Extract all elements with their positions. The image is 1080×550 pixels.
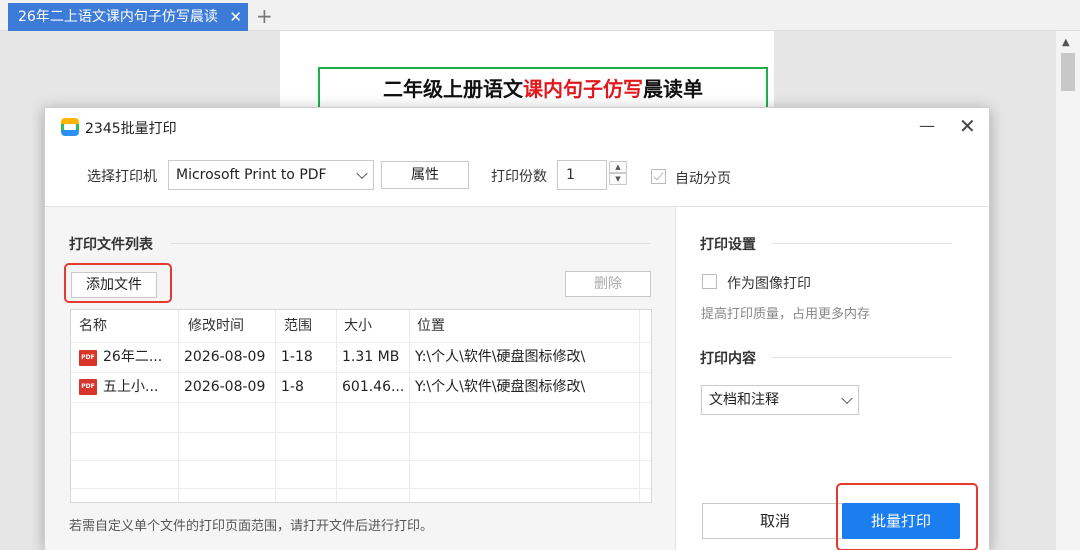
column-header-modified[interactable]: 修改时间 — [188, 310, 244, 342]
properties-button[interactable]: 属性 — [381, 161, 469, 189]
printer-select[interactable]: Microsoft Print to PDF — [168, 160, 374, 190]
section-divider — [772, 243, 952, 244]
increment-icon[interactable]: ▲ — [609, 161, 627, 173]
file-list-panel: 打印文件列表 添加文件 删除 名称 修改时间 范围 大小 位置 PDF 26年二… — [45, 206, 675, 550]
tab-close-icon[interactable]: ✕ — [229, 3, 242, 31]
file-location: Y:\个人\软件\硬盘图标修改\ — [415, 379, 586, 395]
browser-tab-bar: 26年二上语文课内句子仿写晨读 ✕ + — [0, 0, 1080, 31]
printer-toolbar: 选择打印机 Microsoft Print to PDF 属性 打印份数 1 ▲… — [45, 148, 989, 206]
file-name: 26年二... — [103, 349, 163, 365]
printer-label: 选择打印机 — [87, 169, 157, 185]
file-size: 601.46... — [342, 379, 405, 395]
copies-input[interactable]: 1 — [557, 160, 607, 190]
pdf-file-icon: PDF — [79, 350, 97, 366]
column-header-size[interactable]: 大小 — [344, 310, 372, 342]
document-tab-title: 26年二上语文课内句子仿写晨读 — [18, 9, 218, 25]
printer-select-value: Microsoft Print to PDF — [176, 167, 327, 183]
heading-highlight: 课内句子仿写 — [523, 77, 643, 101]
copies-stepper[interactable]: ▲ ▼ — [609, 161, 627, 185]
as-image-label[interactable]: 作为图像打印 — [727, 273, 811, 293]
dialog-title: 2345批量打印 — [85, 121, 177, 137]
file-range: 1-18 — [281, 349, 313, 365]
as-image-hint: 提高打印质量，占用更多内存 — [701, 307, 871, 322]
new-tab-icon[interactable]: + — [256, 3, 273, 29]
file-list-title: 打印文件列表 — [69, 237, 153, 253]
print-settings-title: 打印设置 — [700, 237, 756, 253]
document-heading: 二年级上册语文课内句子仿写晨读单 — [318, 67, 768, 111]
scrollbar-thumb[interactable] — [1061, 53, 1075, 91]
chevron-down-icon — [356, 167, 368, 180]
column-header-range[interactable]: 范围 — [284, 310, 312, 342]
batch-print-dialog: 2345批量打印 — ✕ 选择打印机 Microsoft Print to PD… — [44, 107, 990, 550]
file-size: 1.31 MB — [342, 349, 400, 365]
column-header-name[interactable]: 名称 — [79, 310, 107, 342]
print-content-value: 文档和注释 — [709, 392, 779, 408]
copies-label: 打印份数 — [491, 169, 547, 185]
section-divider — [171, 243, 651, 244]
file-table: 名称 修改时间 范围 大小 位置 PDF 26年二... 2026-08-09 … — [70, 309, 652, 503]
delete-button[interactable]: 删除 — [565, 271, 651, 297]
page-range-hint: 若需自定义单个文件的打印页面范围，请打开文件后进行打印。 — [69, 519, 434, 534]
print-content-select[interactable]: 文档和注释 — [701, 385, 859, 415]
highlight-box-batch-print — [836, 483, 978, 550]
column-divider — [409, 310, 410, 502]
column-header-location[interactable]: 位置 — [417, 310, 445, 342]
auto-paging-checkbox[interactable] — [651, 169, 666, 184]
heading-part-1: 二年级上册语文 — [383, 77, 523, 101]
document-tab[interactable]: 26年二上语文课内句子仿写晨读 ✕ — [8, 3, 248, 31]
column-divider — [336, 310, 337, 502]
section-divider — [772, 357, 952, 358]
dialog-titlebar: 2345批量打印 — ✕ — [45, 108, 989, 148]
as-image-checkbox[interactable] — [702, 274, 717, 289]
print-settings-panel: 打印设置 作为图像打印 提高打印质量，占用更多内存 打印内容 文档和注释 取消 … — [675, 206, 989, 550]
printer-app-icon — [61, 118, 79, 136]
row-divider — [71, 432, 651, 433]
row-divider — [71, 488, 651, 489]
column-divider — [178, 310, 179, 502]
decrement-icon[interactable]: ▼ — [609, 173, 627, 185]
chevron-down-icon — [841, 392, 853, 405]
row-divider — [71, 460, 651, 461]
vertical-scrollbar[interactable]: ▲ — [1056, 31, 1080, 550]
pdf-file-icon: PDF — [79, 379, 97, 395]
file-location: Y:\个人\软件\硬盘图标修改\ — [415, 349, 586, 365]
column-divider — [639, 310, 640, 502]
file-modified: 2026-08-09 — [184, 379, 266, 395]
file-range: 1-8 — [281, 379, 304, 395]
heading-part-2: 晨读单 — [643, 77, 703, 101]
close-icon[interactable]: ✕ — [959, 114, 976, 138]
print-content-title: 打印内容 — [700, 351, 756, 367]
row-divider — [71, 402, 651, 403]
cancel-button[interactable]: 取消 — [702, 503, 848, 539]
highlight-box-add-file — [64, 263, 172, 303]
scroll-up-icon[interactable]: ▲ — [1062, 37, 1070, 48]
column-divider — [275, 310, 276, 502]
minimize-icon[interactable]: — — [919, 116, 935, 135]
file-name: 五上小... — [103, 379, 159, 395]
auto-paging-label: 自动分页 — [675, 171, 731, 187]
file-modified: 2026-08-09 — [184, 349, 266, 365]
